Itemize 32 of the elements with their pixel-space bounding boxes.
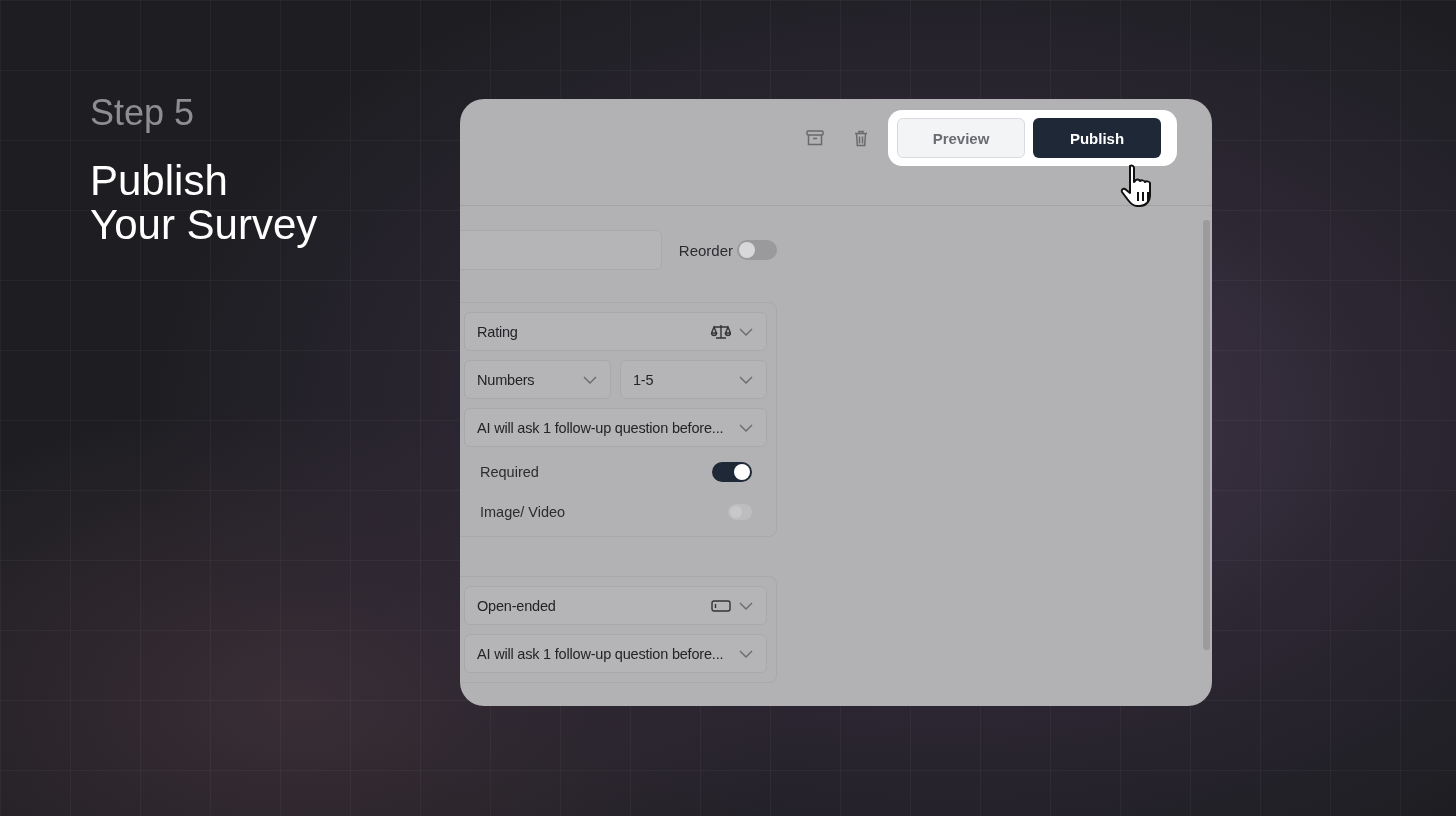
chevron-down-icon <box>739 601 753 610</box>
dropdown[interactable]: AI will ask 1 follow-up question before... <box>464 408 767 447</box>
dropdown[interactable]: AI will ask 1 follow-up question before... <box>464 634 767 673</box>
publish-button[interactable]: Publish <box>1033 118 1161 158</box>
chevron-down-icon <box>739 327 753 336</box>
headline: Publish Your Survey <box>90 159 319 247</box>
dropdown-value: 1-5 <box>633 371 654 388</box>
dropdown[interactable]: Rating <box>464 312 767 351</box>
toggle-switch[interactable] <box>737 240 777 260</box>
dropdown[interactable]: Numbers <box>464 360 611 399</box>
chevron-down-icon <box>583 375 597 384</box>
trash-icon[interactable] <box>854 130 868 147</box>
chevron-down-icon <box>739 375 753 384</box>
chevron-down-icon <box>739 423 753 432</box>
step-label: Step 5 <box>90 93 196 133</box>
dropdown[interactable]: 1-5 <box>620 360 767 399</box>
toggle-label: Required <box>480 463 539 480</box>
reorder-label: Reorder <box>678 241 733 259</box>
archive-icon[interactable] <box>806 130 824 146</box>
scale-icon <box>711 323 731 340</box>
toggle-switch[interactable] <box>712 461 752 482</box>
dropdown[interactable]: Open-ended <box>464 586 767 625</box>
dropdown-value: Numbers <box>477 371 535 388</box>
toggle-label: Image/ Video <box>480 503 566 520</box>
dropdown-value: AI will ask 1 follow-up question before... <box>477 645 724 662</box>
dropdown-value: Open-ended <box>477 597 556 614</box>
text-box-icon <box>711 599 731 612</box>
preview-button[interactable]: Preview <box>897 118 1025 158</box>
dropdown-value: AI will ask 1 follow-up question before... <box>477 419 724 436</box>
chevron-down-icon <box>739 649 753 658</box>
text-field[interactable] <box>460 230 662 270</box>
dropdown-value: Rating <box>477 323 518 340</box>
